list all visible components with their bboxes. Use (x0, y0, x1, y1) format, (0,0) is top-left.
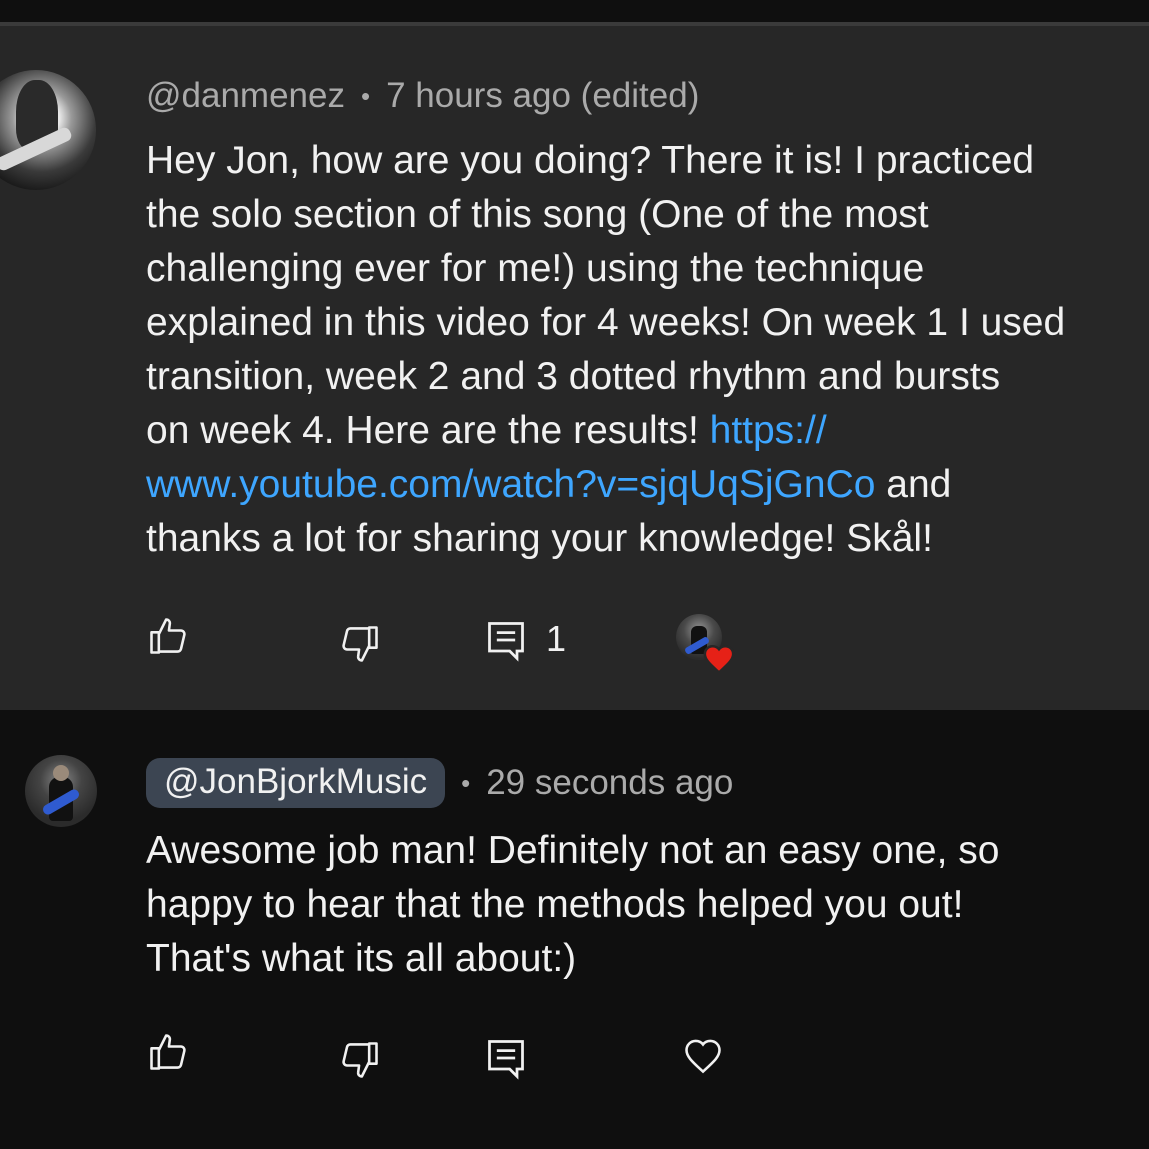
comment-line: Hey Jon, how are you doing? There it is!… (146, 134, 1065, 188)
avatar-head (53, 765, 69, 781)
thumbs-down-icon (342, 1042, 378, 1078)
text-segment: transition, week 2 and 3 dotted rhythm a… (146, 355, 1001, 398)
heart-outline-icon (685, 1039, 721, 1074)
comment-icon (488, 1040, 524, 1080)
comment-author[interactable]: @danmenez (146, 76, 345, 116)
top-bar (0, 0, 1149, 22)
reply-button[interactable] (484, 618, 528, 662)
comment-line: www.youtube.com/watch?v=sjqUqSjGnCo and (146, 458, 1065, 512)
text-segment: explained in this video for 4 weeks! On … (146, 301, 1066, 344)
heart-button[interactable] (681, 1034, 725, 1078)
text-segment: on week 4. Here are the results! (146, 409, 710, 452)
comment-time[interactable]: 29 seconds ago (486, 763, 733, 803)
comment-line: challenging ever for me!) using the tech… (146, 242, 1065, 296)
avatar[interactable] (0, 70, 96, 190)
comment-line: happy to hear that the methods helped yo… (146, 878, 999, 932)
comment-meta: @danmenez • 7 hours ago (edited) (146, 76, 699, 116)
thumbs-up-icon (150, 1034, 186, 1070)
comment-meta: @JonBjorkMusic • 29 seconds ago (146, 758, 733, 808)
comment-actions: 1 (0, 610, 1149, 675)
video-link[interactable]: www.youtube.com/watch?v=sjqUqSjGnCo (146, 463, 875, 506)
thumbs-up-icon (150, 618, 186, 654)
comment-body: Awesome job man! Definitely not an easy … (146, 824, 999, 986)
meta-separator: • (360, 80, 371, 111)
comment-actions (0, 1026, 1149, 1086)
heart-icon (703, 644, 735, 675)
text-segment: Hey Jon, how are you doing? There it is!… (146, 139, 1035, 182)
text-segment: Awesome job man! Definitely not an easy … (146, 829, 1000, 872)
dislike-button[interactable] (338, 622, 382, 666)
creator-heart-badge (676, 614, 735, 675)
comment-line: thanks a lot for sharing your knowledge!… (146, 512, 1065, 566)
thumbs-down-icon (342, 626, 378, 662)
comment-time[interactable]: 7 hours ago (edited) (386, 76, 699, 116)
comment-highlighted: @danmenez • 7 hours ago (edited) Hey Jon… (0, 26, 1149, 710)
comment-line: explained in this video for 4 weeks! On … (146, 296, 1065, 350)
avatar[interactable] (25, 755, 97, 827)
creator-handle-badge[interactable]: @JonBjorkMusic (146, 758, 446, 808)
like-button[interactable] (146, 1030, 190, 1074)
reply-button[interactable] (484, 1036, 528, 1080)
like-button[interactable] (146, 614, 190, 658)
text-segment: challenging ever for me!) using the tech… (146, 247, 925, 290)
reply-count[interactable]: 1 (546, 618, 566, 660)
comment-reply: @JonBjorkMusic • 29 seconds ago Awesome … (0, 710, 1149, 1149)
text-segment: That's what its all about:) (146, 937, 577, 980)
comment-line: on week 4. Here are the results! https:/… (146, 404, 1065, 458)
comment-line: That's what its all about:) (146, 932, 999, 986)
comment-line: Awesome job man! Definitely not an easy … (146, 824, 999, 878)
comment-icon (488, 622, 524, 662)
comment-body: Hey Jon, how are you doing? There it is!… (146, 134, 1065, 566)
text-segment: the solo section of this song (One of th… (146, 193, 929, 236)
video-link[interactable]: https:// (710, 409, 827, 452)
text-segment: thanks a lot for sharing your knowledge!… (146, 517, 933, 560)
text-segment: and (875, 463, 952, 506)
meta-separator: • (461, 767, 471, 798)
comment-line: the solo section of this song (One of th… (146, 188, 1065, 242)
dislike-button[interactable] (338, 1038, 382, 1082)
text-segment: happy to hear that the methods helped yo… (146, 883, 964, 926)
comment-line: transition, week 2 and 3 dotted rhythm a… (146, 350, 1065, 404)
